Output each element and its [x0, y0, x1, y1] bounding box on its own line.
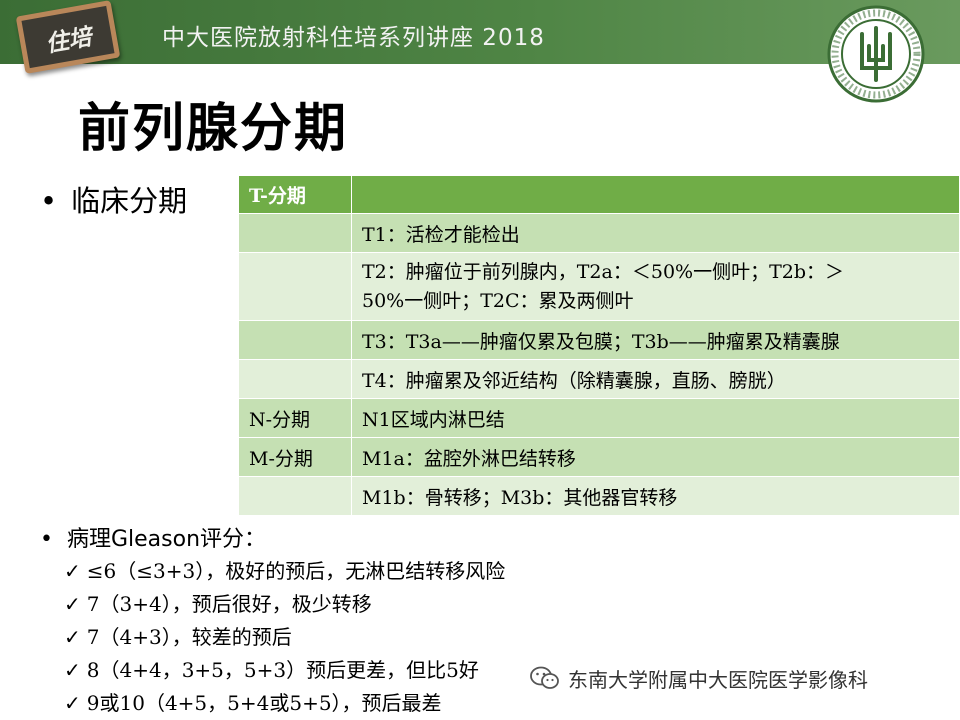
table-cell: M1a：盆腔外淋巴结转移	[351, 437, 960, 477]
bullet-pathology-text: 病理Gleason评分：	[66, 527, 267, 552]
watermark: 东南大学附属中大医院医学影像科	[530, 660, 868, 696]
list-item-text: 7（4+3），较差的预后	[86, 625, 292, 649]
list-item: ✓ ≤6（≤3+3），极好的预后，无淋巴结转移风险	[64, 555, 505, 588]
table-cell: M-分期	[238, 437, 352, 477]
list-item: ✓ 9或10（4+5，5+4或5+5），预后最差	[64, 687, 505, 720]
table-cell: M1b：骨转移；M3b：其他器官转移	[351, 476, 960, 516]
table-row: T-分期	[238, 175, 960, 214]
staging-table: T-分期 T1：活检才能检出 T2：肿瘤位于前列腺内，T2a：＜50%一侧叶；T…	[238, 175, 960, 516]
bullet-pathology-gleason: • 病理Gleason评分：	[40, 521, 266, 553]
hospital-seal-icon	[827, 5, 925, 103]
table-cell	[238, 359, 352, 399]
table-cell-line: T2：肿瘤位于前列腺内，T2a：＜50%一侧叶；T2b：＞	[362, 260, 845, 283]
table-cell: N-分期	[238, 398, 352, 438]
table-cell	[238, 476, 352, 516]
table-cell	[351, 175, 960, 214]
table-cell	[238, 213, 352, 253]
table-cell: T3：T3a——肿瘤仅累及包膜；T3b——肿瘤累及精囊腺	[351, 320, 960, 360]
list-item-text: ≤6（≤3+3），极好的预后，无淋巴结转移风险	[86, 559, 506, 583]
table-row: T3：T3a——肿瘤仅累及包膜；T3b——肿瘤累及精囊腺	[238, 320, 960, 360]
table-cell: T-分期	[238, 175, 352, 214]
table-cell: T1：活检才能检出	[351, 213, 960, 253]
list-item: ✓ 7（3+4），预后很好，极少转移	[64, 588, 505, 621]
table-row: T2：肿瘤位于前列腺内，T2a：＜50%一侧叶；T2b：＞ 50%一侧叶；T2C…	[238, 252, 960, 321]
bullet-dot: •	[40, 184, 58, 218]
table-row: T4：肿瘤累及邻近结构（除精囊腺，直肠、膀胱）	[238, 359, 960, 399]
gleason-list: ✓ ≤6（≤3+3），极好的预后，无淋巴结转移风险 ✓ 7（3+4），预后很好，极少…	[64, 555, 505, 720]
table-row: M1b：骨转移；M3b：其他器官转移	[238, 476, 960, 516]
table-row: N-分期 N1区域内淋巴结	[238, 398, 960, 438]
list-item-text: 8（4+4，3+5，5+3）预后更差，但比5好	[86, 658, 479, 682]
bullet-dot: •	[40, 527, 53, 552]
bullet-clinical-text: 临床分期	[71, 184, 188, 218]
wechat-icon	[530, 666, 559, 689]
check-icon: ✓	[64, 592, 81, 616]
course-badge: 住培	[15, 0, 121, 74]
badge-text: 住培	[43, 24, 94, 58]
table-row: M-分期 M1a：盆腔外淋巴结转移	[238, 437, 960, 477]
table-row: T1：活检才能检出	[238, 213, 960, 253]
bullet-clinical-staging: • 临床分期	[40, 178, 187, 220]
watermark-text: 东南大学附属中大医院医学影像科	[568, 667, 868, 692]
table-cell: N1区域内淋巴结	[351, 398, 960, 438]
list-item: ✓ 7（4+3），较差的预后	[64, 621, 505, 654]
header-title: 中大医院放射科住培系列讲座 2018	[162, 25, 545, 51]
table-cell	[238, 252, 352, 321]
table-cell-line: 50%一侧叶；T2C：累及两侧叶	[362, 289, 634, 312]
table-cell: T4：肿瘤累及邻近结构（除精囊腺，直肠、膀胱）	[351, 359, 960, 399]
check-icon: ✓	[64, 625, 81, 649]
header-bar: 住培 中大医院放射科住培系列讲座 2018	[0, 0, 960, 74]
list-item-text: 7（3+4），预后很好，极少转移	[86, 592, 372, 616]
check-icon: ✓	[64, 658, 81, 682]
check-icon: ✓	[64, 691, 81, 715]
slide-title: 前列腺分期	[78, 99, 349, 159]
list-item-text: 9或10（4+5，5+4或5+5），预后最差	[86, 691, 442, 715]
table-cell: T2：肿瘤位于前列腺内，T2a：＜50%一侧叶；T2b：＞ 50%一侧叶；T2C…	[351, 252, 960, 321]
list-item: ✓ 8（4+4，3+5，5+3）预后更差，但比5好	[64, 654, 505, 687]
table-cell	[238, 320, 352, 360]
check-icon: ✓	[64, 559, 81, 583]
